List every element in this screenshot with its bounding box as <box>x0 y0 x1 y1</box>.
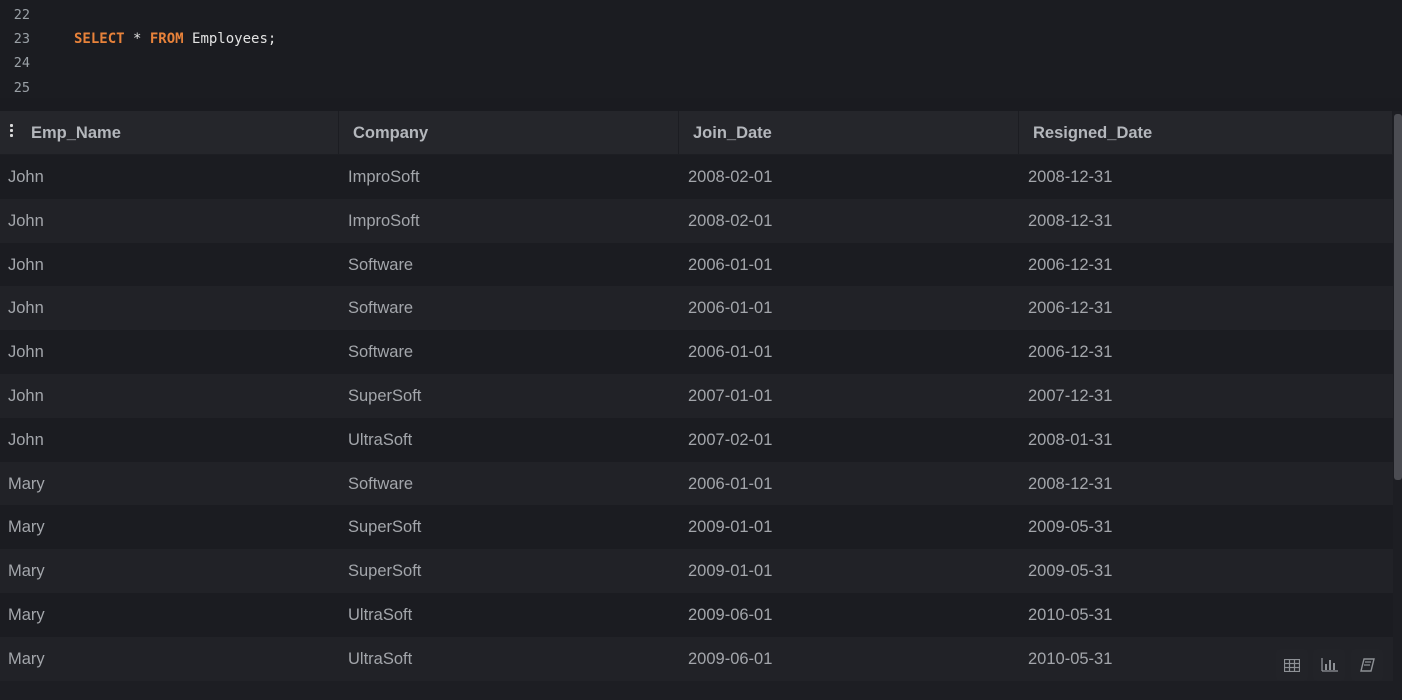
table-cell[interactable]: John <box>8 286 44 330</box>
table-cell[interactable]: 2007-02-01 <box>688 418 772 462</box>
table-cell[interactable]: Software <box>348 243 413 287</box>
table-cell[interactable]: John <box>8 374 44 418</box>
table-cell[interactable]: John <box>8 243 44 287</box>
table-cell[interactable]: John <box>8 155 44 199</box>
table-cell[interactable]: 2007-01-01 <box>688 374 772 418</box>
table-row[interactable]: John Software 2006-01-01 2006-12-31 <box>0 286 1393 330</box>
table-row[interactable]: John Software 2006-01-01 2006-12-31 <box>0 243 1393 287</box>
code-line[interactable]: 25 <box>0 76 1402 100</box>
table-cell[interactable]: 2009-01-01 <box>688 549 772 593</box>
table-cell[interactable]: 2007-12-31 <box>1028 374 1112 418</box>
table-row[interactable]: Mary SuperSoft 2009-01-01 2009-05-31 <box>0 549 1393 593</box>
table-cell[interactable]: 2006-12-31 <box>1028 286 1112 330</box>
table-row[interactable]: John ImproSoft 2008-02-01 2008-12-31 <box>0 155 1393 199</box>
column-header[interactable]: Resigned_Date <box>1019 111 1393 154</box>
table-icon <box>1284 658 1300 672</box>
bar-chart-icon <box>1320 658 1338 672</box>
table-cell[interactable]: 2006-01-01 <box>688 243 772 287</box>
chart-view-button[interactable] <box>1313 649 1345 681</box>
table-cell[interactable]: 2006-01-01 <box>688 462 772 506</box>
table-row[interactable]: John SuperSoft 2007-01-01 2007-12-31 <box>0 374 1393 418</box>
sql-keyword: FROM <box>149 31 184 47</box>
grid-header: Emp_Name Company Join_Date Resigned_Date <box>0 111 1393 154</box>
table-cell[interactable]: 2010-05-31 <box>1028 593 1112 637</box>
table-view-button[interactable] <box>1276 649 1308 681</box>
table-row[interactable]: John Software 2006-01-01 2006-12-31 <box>0 330 1393 374</box>
line-number: 22 <box>13 7 30 23</box>
table-cell[interactable]: 2009-06-01 <box>688 593 772 637</box>
scrollbar-thumb[interactable] <box>1394 114 1402 480</box>
table-cell[interactable]: Software <box>348 286 413 330</box>
line-code: SELECT * FROM Employees; <box>74 27 276 51</box>
notes-view-button[interactable] <box>1351 649 1383 681</box>
table-cell[interactable]: 2009-05-31 <box>1028 505 1112 549</box>
table-cell[interactable]: 2006-12-31 <box>1028 330 1112 374</box>
results-grid: Emp_Name Company Join_Date Resigned_Date Jo… <box>0 111 1402 700</box>
column-header[interactable]: Emp_Name <box>0 111 339 154</box>
table-cell[interactable]: Software <box>348 462 413 506</box>
table-cell[interactable]: 2008-12-31 <box>1028 155 1112 199</box>
code-line[interactable]: 24 <box>0 51 1402 75</box>
table-cell[interactable]: UltraSoft <box>348 593 412 637</box>
table-cell[interactable]: John <box>8 418 44 462</box>
table-cell[interactable]: ImproSoft <box>348 199 420 243</box>
table-cell[interactable]: 2006-12-31 <box>1028 243 1112 287</box>
table-cell[interactable]: 2006-01-01 <box>688 286 772 330</box>
code-line[interactable]: 23 SELECT * FROM Employees; <box>0 27 1402 51</box>
table-row[interactable]: John UltraSoft 2007-02-01 2008-01-31 <box>0 418 1393 462</box>
table-cell[interactable]: 2010-05-31 <box>1028 637 1112 681</box>
line-number: 23 <box>13 31 30 47</box>
table-cell[interactable]: UltraSoft <box>348 418 412 462</box>
table-cell[interactable]: Software <box>348 330 413 374</box>
table-row[interactable]: Mary SuperSoft 2009-01-01 2009-05-31 <box>0 505 1393 549</box>
column-header[interactable]: Company <box>339 111 679 154</box>
table-cell[interactable]: 2008-12-31 <box>1028 199 1112 243</box>
table-cell[interactable]: 2006-01-01 <box>688 330 772 374</box>
table-cell[interactable]: 2009-01-01 <box>688 505 772 549</box>
table-cell[interactable]: Mary <box>8 549 45 593</box>
table-cell[interactable]: 2008-02-01 <box>688 155 772 199</box>
column-header[interactable]: Join_Date <box>679 111 1019 154</box>
table-cell[interactable]: 2008-12-31 <box>1028 462 1112 506</box>
table-cell[interactable]: Mary <box>8 462 45 506</box>
sql-token: * <box>124 31 150 47</box>
table-row[interactable]: Mary UltraSoft 2009-06-01 2010-05-31 <box>0 593 1393 637</box>
table-cell[interactable]: UltraSoft <box>348 637 412 681</box>
table-cell[interactable]: Mary <box>8 637 45 681</box>
table-cell[interactable]: SuperSoft <box>348 374 421 418</box>
table-row[interactable]: John ImproSoft 2008-02-01 2008-12-31 <box>0 199 1393 243</box>
line-number: 24 <box>13 55 30 71</box>
table-cell[interactable]: 2009-05-31 <box>1028 549 1112 593</box>
code-line[interactable]: 22 <box>0 3 1402 27</box>
table-cell[interactable]: Mary <box>8 593 45 637</box>
line-number: 25 <box>13 80 30 96</box>
table-cell[interactable]: Mary <box>8 505 45 549</box>
sql-keyword: SELECT <box>74 31 125 47</box>
table-cell[interactable]: ImproSoft <box>348 155 420 199</box>
sql-token: Employees; <box>183 31 277 47</box>
table-cell[interactable]: SuperSoft <box>348 549 421 593</box>
table-cell[interactable]: 2009-06-01 <box>688 637 772 681</box>
table-cell[interactable]: 2008-01-31 <box>1028 418 1112 462</box>
table-cell[interactable]: SuperSoft <box>348 505 421 549</box>
table-cell[interactable]: John <box>8 330 44 374</box>
table-row[interactable]: Mary UltraSoft 2009-06-01 2010-05-31 <box>0 637 1393 681</box>
table-cell[interactable]: 2008-02-01 <box>688 199 772 243</box>
sql-editor[interactable]: 22 23 SELECT * FROM Employees; 24 25 <box>0 0 1402 98</box>
table-cell[interactable]: John <box>8 199 44 243</box>
table-row[interactable]: Mary Software 2006-01-01 2008-12-31 <box>0 462 1393 506</box>
book-icon <box>1359 658 1375 672</box>
